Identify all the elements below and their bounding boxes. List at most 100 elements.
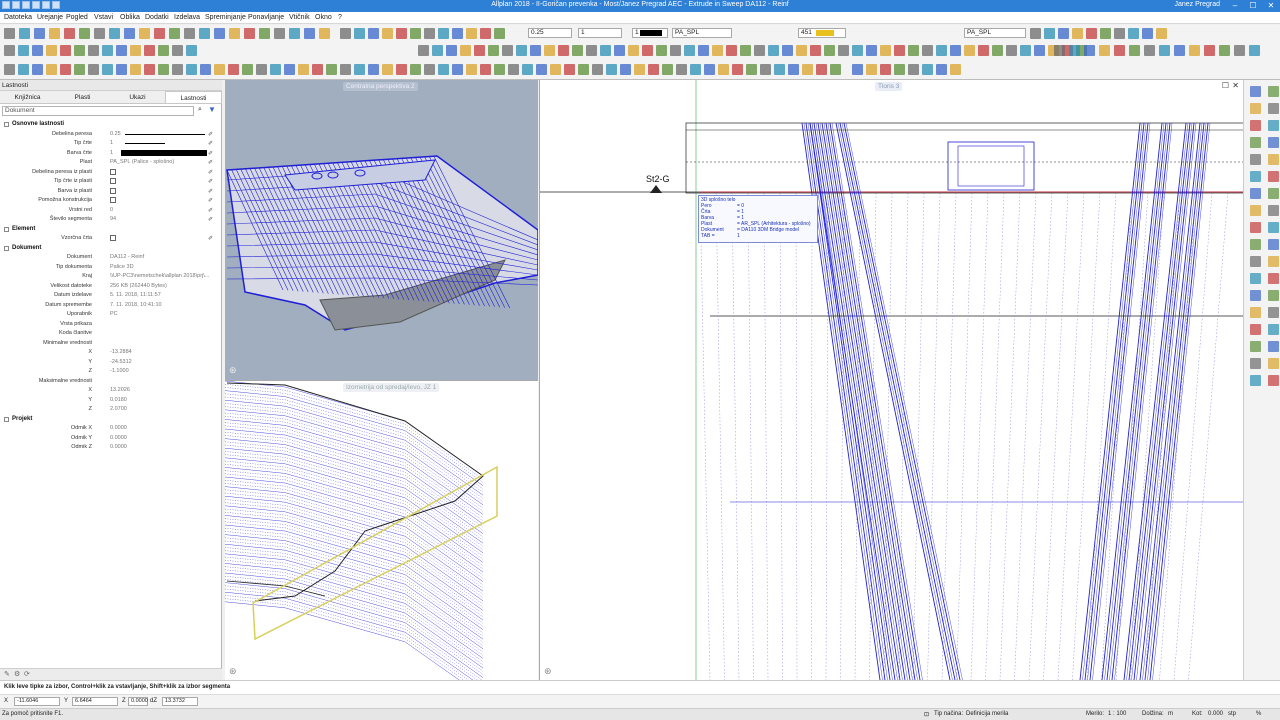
dz-field[interactable]: 13.3732 bbox=[162, 697, 198, 706]
construct-tool-icon[interactable] bbox=[648, 64, 659, 75]
property-value[interactable]: PC bbox=[110, 310, 118, 319]
modify-tool-icon[interactable] bbox=[614, 45, 625, 56]
edit-tool-icon[interactable] bbox=[438, 28, 449, 39]
side-tool-icon[interactable] bbox=[1250, 290, 1261, 301]
modify-tool-icon[interactable] bbox=[712, 45, 723, 56]
close-button[interactable]: ✕ bbox=[1262, 0, 1280, 12]
scale-value[interactable]: 1 : 100 bbox=[1108, 711, 1126, 717]
side-tool-icon[interactable] bbox=[1268, 341, 1279, 352]
side-tool-icon[interactable] bbox=[1250, 307, 1261, 318]
viewport-plan[interactable]: Tloris 3 ✕ ☐ St2-G 3D splošno telo Pero =… bbox=[539, 80, 1243, 680]
standard-tool-icon[interactable] bbox=[154, 28, 165, 39]
construct-tool-icon[interactable] bbox=[438, 64, 449, 75]
modify-tool-icon[interactable] bbox=[950, 45, 961, 56]
construct-tool-icon[interactable] bbox=[88, 64, 99, 75]
pick-icon[interactable]: ✎ bbox=[4, 670, 10, 678]
edit-tool-icon[interactable] bbox=[340, 28, 351, 39]
side-tool-icon[interactable] bbox=[1250, 103, 1261, 114]
construct-tool-icon[interactable] bbox=[60, 64, 71, 75]
construct-tool-icon[interactable] bbox=[704, 64, 715, 75]
property-value[interactable]: 5. 11. 2018, 11:11:57 bbox=[110, 291, 161, 300]
tab-3[interactable]: Lastnosti bbox=[165, 91, 222, 103]
tab-0[interactable]: Knjižnica bbox=[0, 91, 55, 103]
side-tool-icon[interactable] bbox=[1250, 154, 1261, 165]
construct-tool-icon[interactable] bbox=[732, 64, 743, 75]
z-coord-field[interactable]: 0.0000 bbox=[128, 697, 148, 706]
angle-value[interactable]: 0.000 bbox=[1208, 711, 1223, 717]
viewport-perspective[interactable]: Centralna perspektiva 2 ⊛ bbox=[225, 80, 538, 380]
draw-tool-icon[interactable] bbox=[88, 45, 99, 56]
property-checkbox[interactable] bbox=[110, 197, 116, 203]
modify-tool-icon[interactable] bbox=[432, 45, 443, 56]
layer-tool-icon[interactable] bbox=[1249, 45, 1260, 56]
side-tool-icon[interactable] bbox=[1250, 324, 1261, 335]
layer-tool-icon[interactable] bbox=[1219, 45, 1230, 56]
modify-tool-icon[interactable] bbox=[446, 45, 457, 56]
side-tool-icon[interactable] bbox=[1268, 188, 1279, 199]
draw-tool-icon[interactable] bbox=[74, 45, 85, 56]
construct-tool-icon[interactable] bbox=[382, 64, 393, 75]
side-tool-icon[interactable] bbox=[1268, 120, 1279, 131]
construct-tool-icon[interactable] bbox=[620, 64, 631, 75]
construct-tool-icon[interactable] bbox=[550, 64, 561, 75]
view-tool-icon[interactable] bbox=[1114, 28, 1125, 39]
side-tool-icon[interactable] bbox=[1268, 273, 1279, 284]
construct-tool-icon[interactable] bbox=[130, 64, 141, 75]
length-value[interactable]: m bbox=[1168, 711, 1173, 717]
standard-tool-icon[interactable] bbox=[274, 28, 285, 39]
modify-tool-icon[interactable] bbox=[880, 45, 891, 56]
modify-tool-icon[interactable] bbox=[530, 45, 541, 56]
construct-tool-icon[interactable] bbox=[228, 64, 239, 75]
maximize-button[interactable]: ☐ bbox=[1244, 0, 1262, 12]
draw-tool-icon[interactable] bbox=[32, 45, 43, 56]
modify-tool-icon[interactable] bbox=[852, 45, 863, 56]
view-tool-icon[interactable] bbox=[1072, 28, 1083, 39]
modify-tool-icon[interactable] bbox=[600, 45, 611, 56]
section-basic[interactable]: Osnovne lastnosti bbox=[0, 120, 218, 129]
construct-tool-icon[interactable] bbox=[466, 64, 477, 75]
modify-tool-icon[interactable] bbox=[586, 45, 597, 56]
side-tool-icon[interactable] bbox=[1268, 171, 1279, 182]
section-element[interactable]: Element bbox=[0, 225, 218, 234]
construct-tool-icon[interactable] bbox=[284, 64, 295, 75]
modify-tool-icon[interactable] bbox=[656, 45, 667, 56]
construct-tool-icon[interactable] bbox=[746, 64, 757, 75]
y-coord-field[interactable]: 6.6464 bbox=[72, 697, 118, 706]
draw-tool-icon[interactable] bbox=[18, 45, 29, 56]
side-tool-icon[interactable] bbox=[1250, 358, 1261, 369]
menu-item-10[interactable]: Okno bbox=[315, 14, 332, 21]
modify-tool-icon[interactable] bbox=[796, 45, 807, 56]
modify-tool-icon[interactable] bbox=[642, 45, 653, 56]
construct-tool-icon[interactable] bbox=[102, 64, 113, 75]
expand-icon[interactable] bbox=[4, 122, 9, 127]
side-tool-icon[interactable] bbox=[1250, 120, 1261, 131]
construct-tool-icon[interactable] bbox=[214, 64, 225, 75]
view-tool-icon[interactable] bbox=[1086, 28, 1097, 39]
layer-tool-icon[interactable] bbox=[1159, 45, 1170, 56]
construct-tool-icon[interactable] bbox=[270, 64, 281, 75]
construct-tool-icon[interactable] bbox=[32, 64, 43, 75]
construct-tool-icon[interactable] bbox=[802, 64, 813, 75]
construct-tool-icon[interactable] bbox=[144, 64, 155, 75]
modify-tool-icon[interactable] bbox=[922, 45, 933, 56]
property-value[interactable]: 0.0180 bbox=[110, 396, 127, 405]
menu-item-8[interactable]: Ponavljanje bbox=[248, 14, 284, 21]
side-tool-icon[interactable] bbox=[1250, 256, 1261, 267]
standard-tool-icon[interactable] bbox=[289, 28, 300, 39]
modify-tool-icon[interactable] bbox=[810, 45, 821, 56]
property-value[interactable]: 0.0000 bbox=[110, 434, 127, 443]
construct-tool-icon[interactable] bbox=[662, 64, 673, 75]
side-tool-icon[interactable] bbox=[1268, 375, 1279, 386]
property-checkbox[interactable] bbox=[110, 235, 116, 241]
modify-tool-icon[interactable] bbox=[992, 45, 1003, 56]
construct-tool-icon[interactable] bbox=[298, 64, 309, 75]
section-project[interactable]: Projekt bbox=[0, 415, 218, 424]
snap-tool-icon[interactable] bbox=[922, 64, 933, 75]
side-tool-icon[interactable] bbox=[1250, 137, 1261, 148]
side-tool-icon[interactable] bbox=[1268, 137, 1279, 148]
standard-tool-icon[interactable] bbox=[34, 28, 45, 39]
modify-tool-icon[interactable] bbox=[488, 45, 499, 56]
layer-tool-icon[interactable] bbox=[1114, 45, 1125, 56]
layer-tool-icon[interactable] bbox=[1069, 45, 1080, 56]
side-tool-icon[interactable] bbox=[1250, 188, 1261, 199]
